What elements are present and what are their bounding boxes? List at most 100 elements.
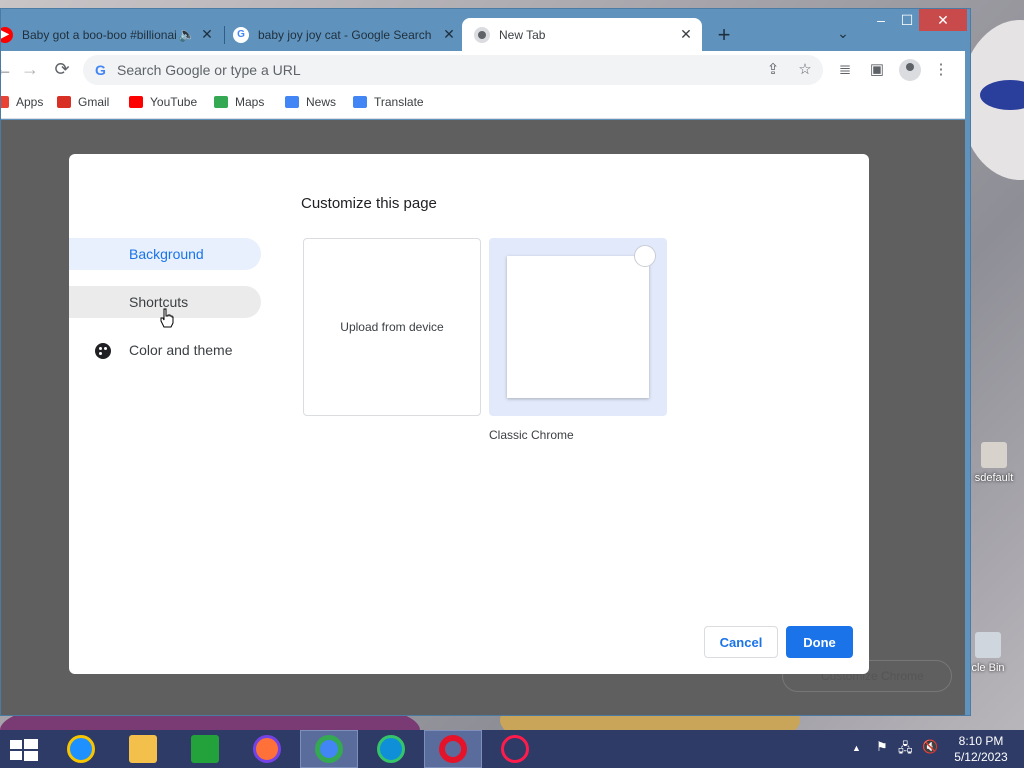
customize-dialog: Customize this page Background Shortcuts… <box>69 154 869 674</box>
hand-cursor-icon <box>160 308 174 328</box>
audio-icon[interactable]: 🔈 <box>177 26 197 43</box>
desktop-icon[interactable]: sdefault <box>966 442 1022 484</box>
opera-gx-taskbar-button[interactable] <box>486 730 544 768</box>
maps-icon <box>214 96 228 108</box>
maximize-button[interactable]: ☐ <box>895 9 919 31</box>
sidebar-item-label: Shortcuts <box>129 294 189 310</box>
start-button[interactable] <box>10 739 38 761</box>
desktop-icon-label: sdefault <box>974 472 1014 484</box>
bookmark-youtube[interactable]: YouTube <box>129 95 197 109</box>
tab-youtube[interactable]: ▶ Baby got a boo-boo #billionaire 🔈 ✕ <box>1 18 217 51</box>
menu-icon[interactable]: ⋮ <box>931 60 951 80</box>
bookmark-translate[interactable]: Translate <box>353 95 424 109</box>
classic-chrome-preview <box>507 256 649 398</box>
edge-icon <box>377 735 405 763</box>
folder-icon <box>129 735 157 763</box>
system-clock[interactable]: 8:10 PM 5/12/2023 <box>948 733 1014 765</box>
store-taskbar-button[interactable] <box>176 730 234 768</box>
forward-button[interactable]: → <box>19 59 41 81</box>
tab-new-tab[interactable]: New Tab ✕ <box>462 18 702 51</box>
star-icon[interactable]: ☆ <box>795 60 815 80</box>
back-button[interactable]: ← <box>1 59 15 81</box>
close-icon[interactable]: ✕ <box>676 26 696 43</box>
close-icon[interactable]: ✕ <box>197 26 217 43</box>
translate-icon <box>353 96 367 108</box>
chrome-icon <box>474 26 490 43</box>
palette-icon <box>95 343 111 359</box>
new-tab-button[interactable]: + <box>711 24 737 48</box>
tab-google-search[interactable]: G baby joy joy cat - Google Search ✕ <box>233 18 459 51</box>
close-icon[interactable]: ✕ <box>439 26 459 43</box>
done-button[interactable]: Done <box>786 626 853 658</box>
opera-icon <box>439 735 467 763</box>
volume-muted-icon[interactable]: 🔇 <box>922 739 938 755</box>
bookmark-label: Maps <box>235 95 265 109</box>
sidebar-item-background[interactable]: Background <box>69 238 261 270</box>
sidebar-item-color-and-theme[interactable]: Color and theme <box>69 334 261 366</box>
firefox-taskbar-button[interactable] <box>238 730 296 768</box>
chrome-taskbar-button[interactable] <box>300 730 358 768</box>
show-hidden-icons-icon[interactable]: ▲ <box>852 743 861 753</box>
folder-icon <box>981 442 1007 468</box>
sidebar-item-label: Color and theme <box>129 342 233 358</box>
profile-avatar[interactable] <box>899 59 921 81</box>
address-input[interactable] <box>117 61 737 79</box>
bookmark-maps[interactable]: Maps <box>214 95 264 109</box>
internet-explorer-taskbar-button[interactable] <box>52 730 110 768</box>
tab-search-button[interactable]: ⌄ <box>833 25 853 45</box>
clock-date: 5/12/2023 <box>954 750 1008 764</box>
toolbar: ← → ⟳ G ⇪ ☆ ≣ ▣ ⋮ <box>1 51 965 87</box>
bookmark-label: Gmail <box>78 95 110 109</box>
chrome-icon <box>315 735 343 763</box>
upload-label: Upload from device <box>340 320 444 334</box>
clock-time: 8:10 PM <box>958 734 1004 748</box>
news-icon <box>285 96 299 108</box>
classic-chrome-tile[interactable] <box>489 238 667 416</box>
opera-gx-icon <box>501 735 529 763</box>
bookmark-label: Apps <box>16 95 44 109</box>
trash-icon <box>975 632 1001 658</box>
edge-taskbar-button[interactable] <box>362 730 420 768</box>
taskbar: ▲ ⚑ 🖧 🔇 8:10 PM 5/12/2023 <box>0 730 1024 768</box>
file-explorer-taskbar-button[interactable] <box>114 730 172 768</box>
tab-title: Baby got a boo-boo #billionaire <box>22 27 177 42</box>
windows-logo-icon <box>10 751 22 760</box>
firefox-icon <box>253 735 281 763</box>
apps-icon <box>1 96 9 108</box>
classic-chrome-label: Classic Chrome <box>489 428 574 442</box>
tab-title: New Tab <box>499 27 546 42</box>
bookmark-label: YouTube <box>150 95 198 109</box>
selection-check-icon <box>634 245 656 267</box>
youtube-icon: ▶ <box>1 26 13 43</box>
google-icon: G <box>233 26 249 43</box>
bookmark-news[interactable]: News <box>285 95 336 109</box>
bookmark-apps[interactable]: Apps <box>1 95 44 109</box>
side-panel-icon[interactable]: ▣ <box>867 60 887 80</box>
sidebar-item-label: Background <box>129 246 204 262</box>
windows-logo-icon <box>10 740 22 749</box>
network-icon[interactable]: 🖧 <box>898 739 913 761</box>
share-icon[interactable]: ⇪ <box>763 60 783 80</box>
dialog-title: Customize this page <box>301 195 437 212</box>
cancel-button[interactable]: Cancel <box>704 626 778 658</box>
tab-title: baby joy joy cat - Google Search <box>258 27 432 42</box>
upload-from-device-tile[interactable]: Upload from device <box>303 238 481 416</box>
reload-button[interactable]: ⟳ <box>51 59 73 81</box>
minimize-button[interactable]: – <box>867 9 895 31</box>
youtube-icon <box>129 96 143 108</box>
tab-strip: ▶ Baby got a boo-boo #billionaire 🔈 ✕ G … <box>1 9 970 51</box>
desktop-icon-label: cle Bin <box>971 662 1005 674</box>
gmail-icon <box>57 96 71 108</box>
windows-logo-icon <box>24 739 38 749</box>
action-center-flag-icon[interactable]: ⚑ <box>876 739 888 755</box>
tab-separator <box>224 26 225 44</box>
opera-taskbar-button[interactable] <box>424 730 482 768</box>
bookmarks-bar: Apps Gmail YouTube Maps News Translate <box>1 87 965 119</box>
close-window-button[interactable]: ✕ <box>919 9 967 31</box>
media-control-icon[interactable]: ≣ <box>835 60 855 80</box>
windows-logo-icon <box>24 751 38 761</box>
store-icon <box>191 735 219 763</box>
omnibox[interactable]: G ⇪ ☆ <box>83 55 823 85</box>
bookmark-label: Translate <box>374 95 424 109</box>
bookmark-gmail[interactable]: Gmail <box>57 95 109 109</box>
